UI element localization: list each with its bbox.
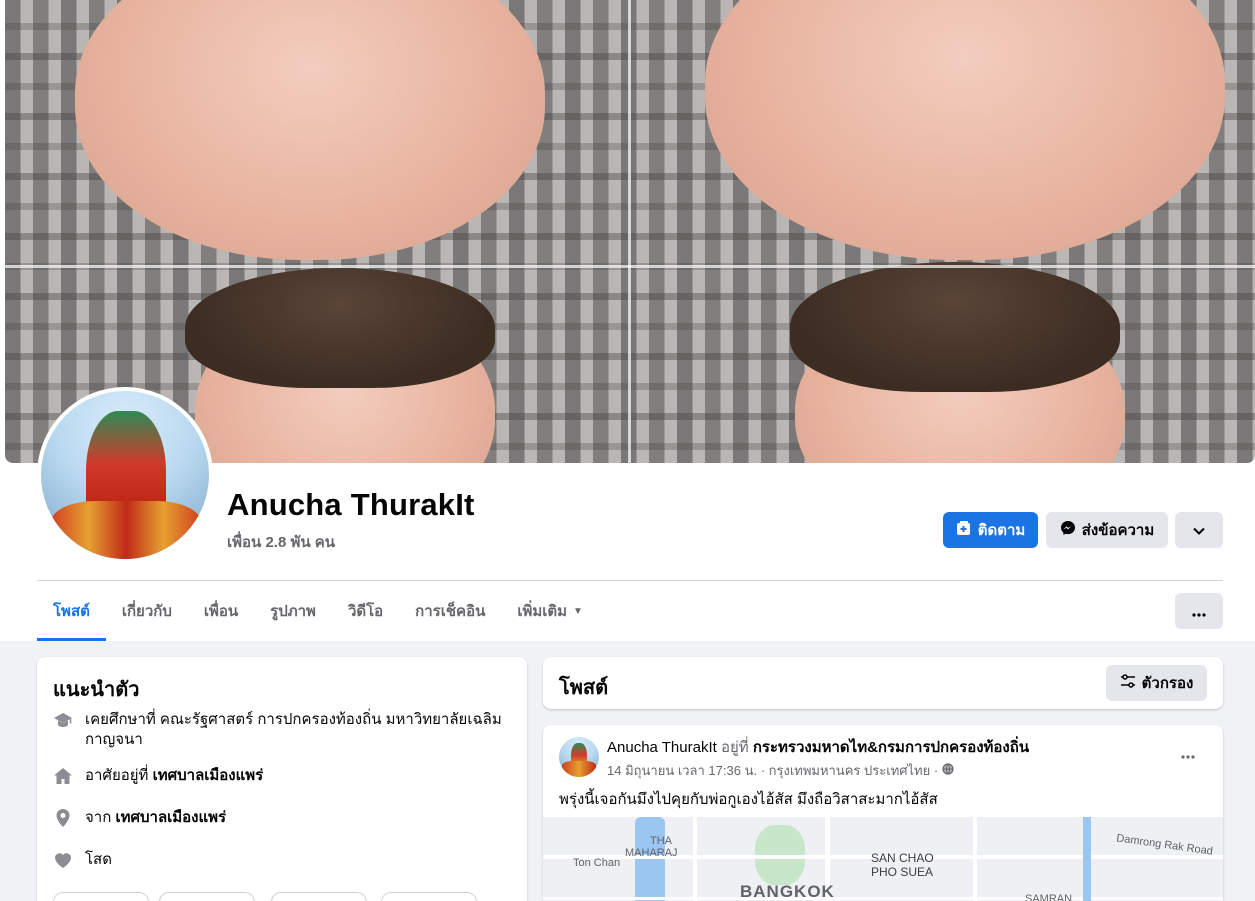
intro-from: จาก เทศบาลเมืองแพร่ <box>53 808 226 828</box>
tabs-more-options-button[interactable] <box>1175 593 1223 629</box>
featured-pill[interactable] <box>271 892 367 901</box>
profile-header: Anucha ThurakIt เพื่อน 2.8 พัน คน ติดตาม… <box>0 0 1255 641</box>
featured-pill[interactable] <box>381 892 477 901</box>
post-location-map[interactable]: THA MAHARAJ Ton Chan SAN CHAO PHO SUEA B… <box>543 817 1223 901</box>
tab-checkins[interactable]: การเช็คอิน <box>399 581 501 641</box>
intro-education-line2: กาญจนา <box>85 731 143 748</box>
follow-label: ติดตาม <box>977 522 1026 539</box>
post-place[interactable]: กระทรวงมหาดไท&กรมการปกครองท้องถิ่น <box>753 739 1029 756</box>
follow-button[interactable]: ติดตาม <box>943 512 1038 548</box>
map-label-ton-chan: Ton Chan <box>573 857 621 869</box>
profile-tabs: โพสต์ เกี่ยวกับ เพื่อน รูปภาพ วิดีโอ การ… <box>37 581 599 641</box>
caret-down-icon: ▼ <box>573 605 583 617</box>
post-timestamp-location[interactable]: 14 มิถุนายน เวลา 17:36 น. · กรุงเทพมหานค… <box>607 760 938 781</box>
post-options-button[interactable] <box>1173 743 1203 767</box>
globe-icon <box>942 763 954 778</box>
map-label-tha: THA <box>650 835 672 847</box>
map-road <box>973 817 977 901</box>
more-dots-icon <box>1192 601 1206 622</box>
tab-posts[interactable]: โพสต์ <box>37 581 106 641</box>
intro-from-prefix: จาก <box>85 809 112 826</box>
tab-checkins-label: การเช็คอิน <box>415 603 486 620</box>
filter-sliders-icon <box>1120 674 1136 692</box>
follow-plus-icon <box>956 520 972 540</box>
tab-videos-label: วิดีโอ <box>347 603 384 620</box>
more-dots-icon <box>1181 743 1195 763</box>
post-avatar-statue-base <box>562 761 596 777</box>
cover-hair-right <box>790 262 1120 392</box>
intro-education-line1: เคยศึกษาที่ คณะรัฐศาสตร์ การปกครองท้องถิ… <box>85 711 502 728</box>
profile-avatar-image <box>41 391 209 559</box>
post-text: พรุ่งนี้เจอกันมึงไปคุยกับพ่อกูเองไอ้สัส … <box>559 791 938 808</box>
cover-divider-vertical <box>628 0 631 463</box>
map-label-san-chao: SAN CHAO <box>871 851 934 865</box>
messenger-icon <box>1060 520 1076 540</box>
tab-photos[interactable]: รูปภาพ <box>254 581 332 641</box>
post-author-name[interactable]: Anucha ThurakIt <box>607 739 717 756</box>
map-label-samran: SAMRAN <box>1025 893 1073 901</box>
intro-relationship-text: โสด <box>85 851 112 868</box>
filter-label: ตัวกรอง <box>1141 675 1194 692</box>
intro-from-place[interactable]: เทศบาลเมืองแพร่ <box>115 809 226 826</box>
map-label-damrong: Damrong Rak Road <box>1115 832 1214 858</box>
map-canal <box>1083 817 1091 901</box>
cover-hair-left <box>185 268 495 388</box>
profile-options-button[interactable] <box>1175 512 1223 548</box>
chevron-down-icon <box>1193 522 1205 539</box>
graduation-cap-icon <box>53 710 73 730</box>
map-river <box>635 817 665 901</box>
intro-lives-place[interactable]: เทศบาลเมืองแพร่ <box>153 767 264 784</box>
map-road <box>693 817 697 901</box>
intro-title: แนะนำตัว <box>53 679 140 701</box>
profile-avatar[interactable] <box>37 387 213 563</box>
post-header: Anucha ThurakIt อยู่ที่ กระทรวงมหาดไท&กร… <box>607 739 1029 757</box>
tab-more-label: เพิ่มเติม <box>517 603 568 620</box>
featured-pill[interactable] <box>159 892 255 901</box>
post-at-word: อยู่ที่ <box>720 739 749 756</box>
intro-lives-prefix: อาศัยอยู่ที่ <box>85 767 149 784</box>
map-label-maharaj: MAHARAJ <box>625 847 678 859</box>
intro-education: เคยศึกษาที่ คณะรัฐศาสตร์ การปกครองท้องถิ… <box>53 710 502 750</box>
map-label-pho-suea: PHO SUEA <box>871 865 934 879</box>
location-pin-icon <box>53 808 73 828</box>
tab-friends[interactable]: เพื่อน <box>188 581 254 641</box>
message-button[interactable]: ส่งข้อความ <box>1046 512 1168 548</box>
map-label-bangkok: BANGKOK <box>740 882 835 901</box>
tab-photos-label: รูปภาพ <box>270 603 316 620</box>
intro-relationship: โสด <box>53 850 112 870</box>
heart-icon <box>53 850 73 870</box>
tab-posts-label: โพสต์ <box>53 603 90 620</box>
post-author-avatar[interactable] <box>559 737 599 777</box>
featured-pill[interactable] <box>53 892 149 901</box>
cover-baby-top-left <box>75 0 545 260</box>
intro-lives: อาศัยอยู่ที่ เทศบาลเมืองแพร่ <box>53 766 263 786</box>
message-label: ส่งข้อความ <box>1081 522 1155 539</box>
avatar-statue-base <box>51 501 201 559</box>
filter-button[interactable]: ตัวกรอง <box>1106 665 1207 701</box>
cover-photo[interactable] <box>5 0 1255 463</box>
friends-count[interactable]: เพื่อน 2.8 พัน คน <box>227 530 335 554</box>
posts-title: โพสต์ <box>559 677 609 699</box>
post-meta: 14 มิถุนายน เวลา 17:36 น. · กรุงเทพมหานค… <box>607 760 954 781</box>
cover-baby-top-right <box>705 0 1225 260</box>
tab-friends-label: เพื่อน <box>203 603 239 620</box>
profile-name: Anucha ThurakIt <box>227 487 475 522</box>
posts-header-card: โพสต์ ตัวกรอง <box>543 657 1223 709</box>
home-icon <box>53 766 73 786</box>
tab-more[interactable]: เพิ่มเติม ▼ <box>501 581 599 641</box>
tab-about-label: เกี่ยวกับ <box>121 603 172 620</box>
intro-card: แนะนำตัว เคยศึกษาที่ คณะรัฐศาสตร์ การปกค… <box>37 657 527 901</box>
post-card: Anucha ThurakIt อยู่ที่ กระทรวงมหาดไท&กร… <box>543 725 1223 901</box>
map-road <box>543 897 1223 900</box>
tab-videos[interactable]: วิดีโอ <box>332 581 399 641</box>
tab-about[interactable]: เกี่ยวกับ <box>106 581 188 641</box>
